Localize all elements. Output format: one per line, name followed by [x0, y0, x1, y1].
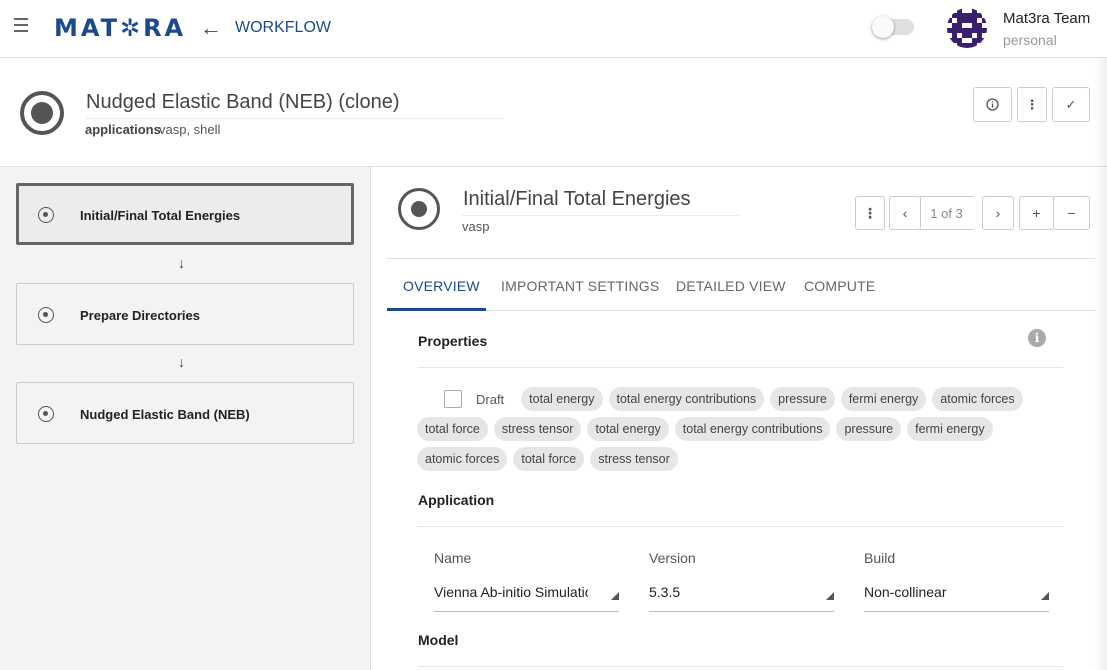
units-sidebar: Initial/Final Total Energies ↓ Prepare D…	[0, 167, 371, 670]
unit-more-button[interactable]: ⋮	[855, 196, 885, 230]
properties-heading: Properties	[418, 333, 488, 349]
remove-unit-button[interactable]: −	[1053, 196, 1090, 230]
section-label: WORKFLOW	[235, 19, 331, 36]
applications-value: vasp, shell	[159, 122, 221, 137]
workflow-title[interactable]: Nudged Elastic Band (NEB) (clone)	[86, 91, 504, 119]
identicon-icon	[947, 8, 987, 48]
chevron-left-icon: ‹	[902, 205, 908, 221]
tab-detailed-view[interactable]: DETAILED VIEW	[676, 278, 786, 294]
draft-checkbox[interactable]	[444, 390, 462, 408]
add-unit-button[interactable]: +	[1019, 196, 1054, 230]
info-icon[interactable]: i	[1028, 329, 1046, 347]
divider	[418, 666, 1063, 667]
build-label: Build	[864, 550, 896, 566]
info-outline-icon	[986, 98, 999, 111]
tab-important-settings[interactable]: IMPORTANT SETTINGS	[501, 278, 659, 294]
unit-card-initial-final-total-energies[interactable]: Initial/Final Total Energies	[16, 183, 354, 245]
application-heading: Application	[418, 492, 495, 508]
app-logo[interactable]: MAT✲RA	[54, 14, 186, 42]
chevron-right-icon: ›	[995, 205, 1001, 221]
avatar[interactable]	[947, 8, 987, 48]
application-version-select[interactable]: 5.3.5	[649, 580, 834, 612]
workflow-header: Nudged Elastic Band (NEB) (clone) applic…	[0, 58, 1107, 167]
minus-icon: −	[1067, 205, 1076, 221]
unit-radio-icon	[398, 188, 440, 230]
model-heading: Model	[418, 632, 459, 648]
tab-overview[interactable]: OVERVIEW	[403, 278, 480, 294]
next-unit-button[interactable]: ›	[982, 196, 1014, 230]
property-chip[interactable]: total energy	[521, 387, 603, 411]
user-name[interactable]: Mat3ra Team	[1003, 10, 1090, 27]
more-options-button[interactable]: ⋮	[1017, 87, 1047, 122]
application-name-select[interactable]: Vienna Ab-initio Simulation Package	[434, 580, 619, 612]
dropdown-caret-icon	[1041, 592, 1049, 600]
properties-row: atomic forces total force stress tensor	[417, 447, 684, 471]
tab-compute[interactable]: COMPUTE	[804, 278, 875, 294]
workflow-radio-icon	[20, 91, 64, 135]
unit-label: Nudged Elastic Band (NEB)	[80, 407, 250, 422]
applications-label: applications	[85, 122, 161, 137]
draft-label: Draft	[476, 391, 505, 407]
unit-detail-panel: Initial/Final Total Energies vasp ⋮ ‹ 1 …	[371, 167, 1107, 670]
unit-label: Prepare Directories	[80, 308, 200, 323]
dropdown-caret-icon	[826, 592, 834, 600]
unit-application: vasp	[462, 219, 490, 234]
arrow-down-icon: ↓	[178, 354, 185, 370]
property-chip[interactable]: atomic forces	[932, 387, 1023, 411]
scrollbar-track[interactable]	[1095, 58, 1107, 670]
theme-toggle[interactable]	[872, 16, 914, 38]
property-chip[interactable]: atomic forces	[417, 447, 508, 471]
property-chip[interactable]: fermi energy	[907, 417, 993, 441]
more-vert-icon: ⋮	[1025, 96, 1039, 112]
property-chip[interactable]: stress tensor	[493, 417, 582, 441]
unit-card-nudged-elastic-band[interactable]: Nudged Elastic Band (NEB)	[16, 382, 354, 444]
radio-icon	[38, 406, 54, 422]
dropdown-caret-icon	[611, 592, 619, 600]
property-chip[interactable]: total force	[417, 417, 488, 441]
unit-card-prepare-directories[interactable]: Prepare Directories	[16, 283, 354, 345]
application-name-value: Vienna Ab-initio Simulation Package	[434, 584, 588, 600]
property-chip[interactable]: pressure	[836, 417, 902, 441]
divider	[418, 526, 1063, 527]
application-build-select[interactable]: Non-collinear	[864, 580, 1049, 612]
version-label: Version	[649, 550, 696, 566]
top-app-bar: MAT✲RA ← WORKFLOW Mat3ra Team personal	[0, 0, 1107, 58]
property-chip[interactable]: stress tensor	[590, 447, 678, 471]
radio-icon	[38, 207, 54, 223]
previous-unit-button[interactable]: ‹	[889, 196, 921, 230]
arrow-down-icon: ↓	[178, 255, 185, 271]
unit-label: Initial/Final Total Energies	[80, 208, 241, 223]
properties-row: Draft total energy total energy contribu…	[417, 387, 1029, 411]
toggle-knob	[872, 16, 894, 38]
property-chip[interactable]: total energy contributions	[674, 417, 831, 441]
property-chip[interactable]: total energy contributions	[608, 387, 765, 411]
back-arrow-icon[interactable]: ←	[200, 15, 222, 41]
active-tab-indicator	[387, 308, 486, 311]
property-chip[interactable]: total energy	[587, 417, 669, 441]
application-build-value: Non-collinear	[864, 584, 947, 600]
user-account: personal	[1003, 32, 1057, 48]
property-chip[interactable]: total force	[513, 447, 585, 471]
plus-icon: +	[1032, 205, 1041, 221]
info-button[interactable]	[973, 87, 1012, 122]
more-vert-icon: ⋮	[863, 204, 877, 221]
application-version-value: 5.3.5	[649, 584, 681, 600]
unit-tabs: OVERVIEW IMPORTANT SETTINGS DETAILED VIE…	[387, 258, 1095, 311]
property-chip[interactable]: fermi energy	[840, 387, 927, 411]
unit-pager: 1 of 3	[920, 196, 973, 230]
menu-icon[interactable]	[14, 18, 30, 34]
unit-title[interactable]: Initial/Final Total Energies	[463, 188, 739, 216]
divider	[418, 367, 1063, 368]
property-chip[interactable]: pressure	[770, 387, 835, 411]
name-label: Name	[434, 550, 472, 566]
check-icon: ✓	[1065, 96, 1077, 112]
save-check-button[interactable]: ✓	[1052, 87, 1090, 122]
radio-icon	[38, 307, 54, 323]
properties-row: total force stress tensor total energy t…	[417, 417, 999, 441]
